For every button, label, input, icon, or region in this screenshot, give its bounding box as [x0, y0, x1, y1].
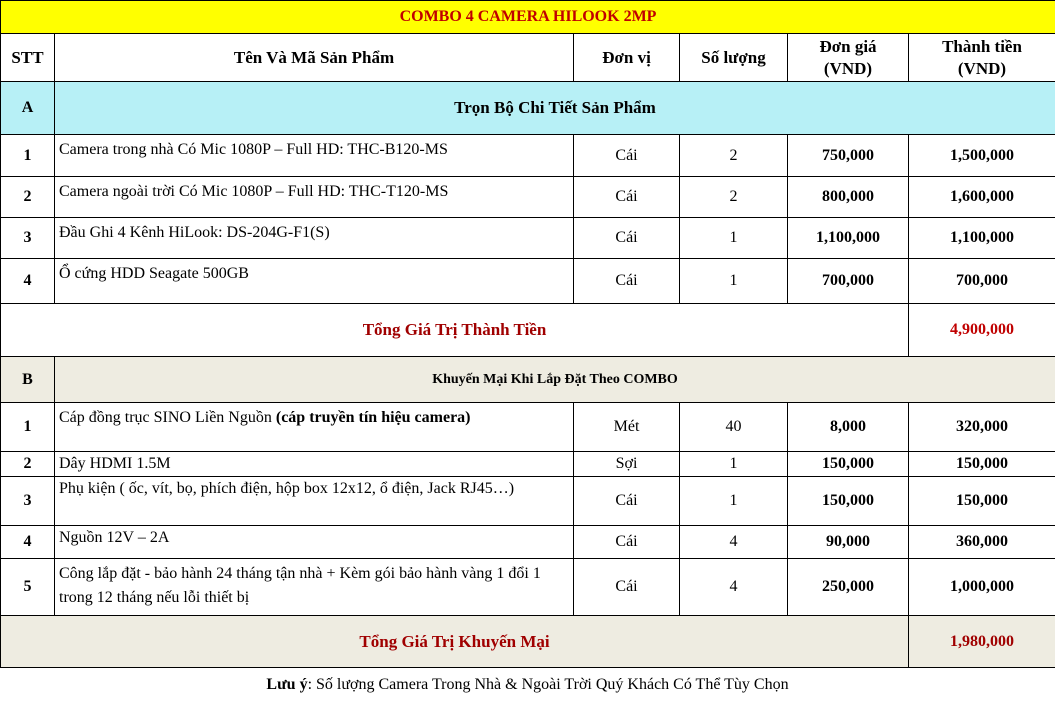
- row-name: Cáp đồng trục SINO Liền Nguồn (cáp truyề…: [54, 402, 574, 452]
- header-total: Thành tiền (VND): [907, 33, 1055, 82]
- table-row: 2 Dây HDMI 1.5M Sợi 1 150,000 150,000: [0, 451, 1055, 477]
- row-name: Phụ kiện ( ốc, vít, bọ, phích điện, hộp …: [54, 476, 574, 526]
- footer-note: Lưu ý: Số lượng Camera Trong Nhà & Ngoài…: [0, 676, 1055, 694]
- row-name: Đầu Ghi 4 Kênh HiLook: DS-204G-F1(S): [54, 217, 574, 259]
- row-stt: 1: [0, 402, 55, 452]
- header-stt: STT: [0, 33, 55, 82]
- row-price: 750,000: [787, 134, 909, 177]
- row-unit: Cái: [573, 176, 680, 218]
- row-price: 800,000: [787, 176, 909, 218]
- row-unit: Mét: [573, 402, 680, 452]
- header-total-line1: Thành tiền: [942, 36, 1022, 56]
- row-qty: 2: [679, 134, 788, 177]
- row-total: 150,000: [907, 451, 1055, 477]
- note-label: Lưu ý: [266, 676, 308, 693]
- row-price: 1,100,000: [787, 217, 909, 259]
- header-price-line2: (VND): [823, 58, 873, 78]
- row-price: 700,000: [787, 258, 909, 304]
- row-name-bold-text: (cáp truyền tín hiệu camera): [275, 409, 471, 426]
- price-table: COMBO 4 CAMERA HILOOK 2MP STT Tên Và Mã …: [0, 0, 1055, 668]
- row-qty: 1: [679, 217, 788, 259]
- row-stt: 3: [0, 476, 55, 526]
- table-row: 5 Công lắp đặt - bảo hành 24 tháng tận n…: [0, 558, 1055, 616]
- row-total: 1,000,000: [907, 558, 1055, 616]
- row-qty: 4: [679, 558, 788, 616]
- row-total: 1,600,000: [907, 176, 1055, 218]
- header-price-line1: Đơn giá: [819, 36, 877, 56]
- row-price: 90,000: [787, 525, 909, 559]
- row-stt: 2: [0, 451, 55, 477]
- row-stt: 4: [0, 258, 55, 304]
- section-a-total-label: Tổng Giá Trị Thành Tiền: [0, 303, 909, 357]
- row-stt: 3: [0, 217, 55, 259]
- row-price: 250,000: [787, 558, 909, 616]
- row-price: 8,000: [787, 402, 909, 452]
- row-stt: 1: [0, 134, 55, 177]
- row-unit: Cái: [573, 476, 680, 526]
- row-name: Camera trong nhà Có Mic 1080P – Full HD:…: [54, 134, 574, 177]
- table-row: 2 Camera ngoài trời Có Mic 1080P – Full …: [0, 176, 1055, 218]
- row-total: 320,000: [907, 402, 1055, 452]
- section-b-total-label: Tổng Giá Trị Khuyến Mại: [0, 615, 909, 668]
- row-name: Nguồn 12V – 2A: [54, 525, 574, 559]
- table-row: 3 Đầu Ghi 4 Kênh HiLook: DS-204G-F1(S) C…: [0, 217, 1055, 259]
- row-name-text: Cáp đồng trục SINO Liền Nguồn: [59, 409, 276, 426]
- section-b-title: Khuyến Mại Khi Lắp Đặt Theo COMBO: [53, 356, 1055, 403]
- row-stt: 5: [0, 558, 55, 616]
- row-total: 360,000: [907, 525, 1055, 559]
- row-price: 150,000: [787, 451, 909, 477]
- row-qty: 40: [679, 402, 788, 452]
- section-b-code: B: [0, 356, 55, 403]
- note-text: : Số lượng Camera Trong Nhà & Ngoài Trời…: [307, 676, 789, 693]
- table-row: 4 Nguồn 12V – 2A Cái 4 90,000 360,000: [0, 525, 1055, 559]
- table-row: 4 Ổ cứng HDD Seagate 500GB Cái 1 700,000…: [0, 258, 1055, 304]
- row-total: 150,000: [907, 476, 1055, 526]
- row-qty: 1: [679, 476, 788, 526]
- row-total: 1,100,000: [907, 217, 1055, 259]
- table-title: COMBO 4 CAMERA HILOOK 2MP: [0, 0, 1055, 34]
- row-stt: 2: [0, 176, 55, 218]
- row-unit: Sợi: [573, 451, 680, 477]
- row-unit: Cái: [573, 525, 680, 559]
- header-unit: Đơn vị: [573, 33, 680, 82]
- header-qty: Số lượng: [679, 33, 788, 82]
- header-name: Tên Và Mã Sản Phẩm: [54, 33, 574, 82]
- row-total: 700,000: [907, 258, 1055, 304]
- row-unit: Cái: [573, 217, 680, 259]
- section-a-code: A: [0, 81, 55, 135]
- row-qty: 4: [679, 525, 788, 559]
- row-stt: 4: [0, 525, 55, 559]
- row-name: Camera ngoài trời Có Mic 1080P – Full HD…: [54, 176, 574, 218]
- row-total: 1,500,000: [907, 134, 1055, 177]
- row-name: Dây HDMI 1.5M: [54, 451, 574, 477]
- row-name: Công lắp đặt - bảo hành 24 tháng tận nhà…: [54, 558, 574, 616]
- header-total-line2: (VND): [957, 58, 1007, 78]
- section-a-title: Trọn Bộ Chi Tiết Sản Phẩm: [53, 81, 1055, 135]
- header-price: Đơn giá (VND): [787, 33, 909, 82]
- table-row: 3 Phụ kiện ( ốc, vít, bọ, phích điện, hộ…: [0, 476, 1055, 526]
- row-unit: Cái: [573, 258, 680, 304]
- table-row: 1 Cáp đồng trục SINO Liền Nguồn (cáp tru…: [0, 402, 1055, 452]
- section-b-total-value: 1,980,000: [907, 615, 1055, 668]
- row-qty: 1: [679, 451, 788, 477]
- row-price: 150,000: [787, 476, 909, 526]
- row-qty: 2: [679, 176, 788, 218]
- table-row: 1 Camera trong nhà Có Mic 1080P – Full H…: [0, 134, 1055, 177]
- row-qty: 1: [679, 258, 788, 304]
- row-unit: Cái: [573, 558, 680, 616]
- section-a-total-value: 4,900,000: [907, 303, 1055, 357]
- row-name: Ổ cứng HDD Seagate 500GB: [54, 258, 574, 304]
- row-unit: Cái: [573, 134, 680, 177]
